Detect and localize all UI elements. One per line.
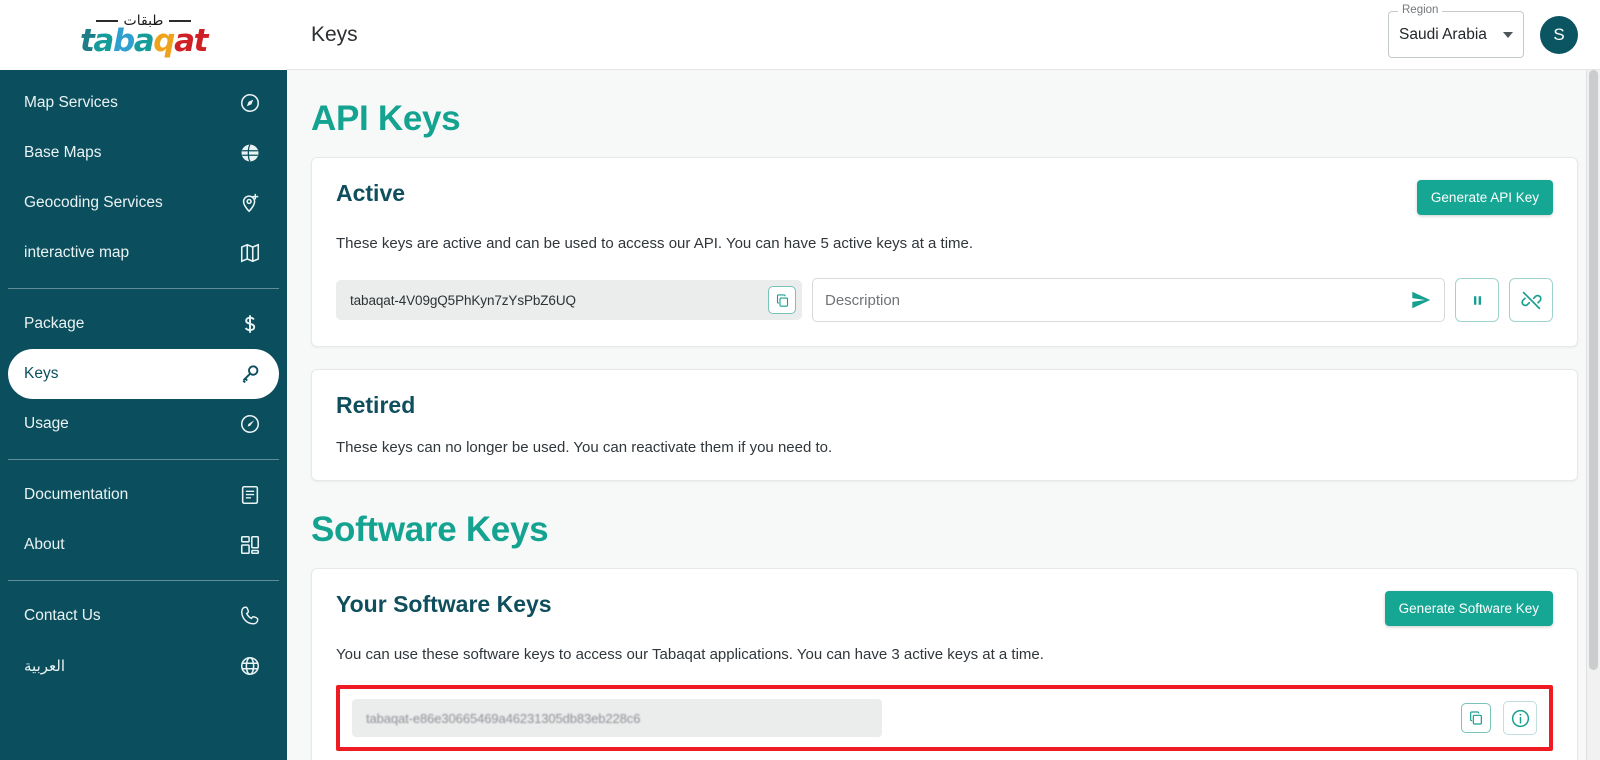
sidebar-item-geocoding-services[interactable]: Geocoding Services xyxy=(8,178,279,228)
pause-key-button[interactable] xyxy=(1455,278,1499,322)
scrollbar-thumb[interactable] xyxy=(1589,70,1598,670)
sidebar-item-label: Map Services xyxy=(24,94,118,111)
software-card-title: Your Software Keys xyxy=(336,591,552,617)
sidebar-item-label: Documentation xyxy=(24,486,129,503)
sidebar-item-base-maps[interactable]: Base Maps xyxy=(8,128,279,178)
sidebar-item-keys[interactable]: Keys xyxy=(8,349,279,399)
topbar: Keys Region Saudi Arabia S xyxy=(287,0,1600,70)
chevron-down-icon xyxy=(1503,31,1513,38)
speedometer-icon xyxy=(237,413,263,435)
logo-letter-a2: a xyxy=(133,22,155,59)
sidebar-item-label: About xyxy=(24,536,65,553)
sidebar-nav: Map Services Base Maps Geocoding Service… xyxy=(0,70,287,691)
sidebar-divider-1 xyxy=(8,288,279,289)
map-icon xyxy=(237,242,263,264)
logo-dash-right xyxy=(169,19,192,22)
software-card-description: You can use these software keys to acces… xyxy=(336,646,1044,663)
sidebar-item-label: Base Maps xyxy=(24,144,102,161)
software-keys-card: Your Software Keys Generate Software Key… xyxy=(311,568,1578,760)
globe-icon xyxy=(237,655,263,677)
page-title: Keys xyxy=(311,22,358,46)
document-icon xyxy=(237,484,263,506)
logo-letter-a3: a xyxy=(174,22,195,59)
retired-card-title: Retired xyxy=(336,392,416,418)
software-keys-heading: Software Keys xyxy=(311,510,549,549)
copy-icon[interactable] xyxy=(1461,703,1491,733)
region-label: Region xyxy=(1398,4,1443,16)
copy-icon[interactable] xyxy=(768,286,796,314)
sidebar-item-label: Contact Us xyxy=(24,607,101,624)
region-select[interactable]: Region Saudi Arabia xyxy=(1388,4,1524,58)
retired-card-description: These keys can no longer be used. You ca… xyxy=(336,439,833,456)
active-card-description: These keys are active and can be used to… xyxy=(336,235,974,252)
avatar[interactable]: S xyxy=(1540,15,1578,54)
software-key-chip: tabaqat-e86e30665469a46231305db83eb228c6 xyxy=(352,699,882,737)
sidebar-item-label: Package xyxy=(24,315,85,332)
software-card-header: Your Software Keys Generate Software Key xyxy=(336,591,1553,626)
active-card-header: Active Generate API Key xyxy=(336,180,1553,215)
dashboard-grid-icon xyxy=(237,534,263,556)
generate-api-key-button[interactable]: Generate API Key xyxy=(1416,180,1553,215)
sidebar-item-about[interactable]: About xyxy=(8,520,279,570)
phone-icon xyxy=(237,605,263,627)
logo-letter-b: b xyxy=(112,22,135,59)
sidebar-item-label: Usage xyxy=(24,415,69,432)
add-location-icon xyxy=(237,192,263,214)
logo-letter-t1: t xyxy=(79,22,95,59)
vertical-scrollbar[interactable] xyxy=(1586,70,1600,760)
logo-latin-text: tabaqat xyxy=(79,22,209,59)
unlink-key-button[interactable] xyxy=(1509,278,1553,322)
api-key-description-field[interactable] xyxy=(812,278,1445,322)
api-key-row: tabaqat-4V09gQ5PhKyn7zYsPbZ6UQ xyxy=(336,278,1553,322)
app-root: طبقات tabaqat Map Services Base Maps Geo… xyxy=(0,0,1600,760)
sidebar-item-label: Geocoding Services xyxy=(24,194,163,211)
generate-software-key-button[interactable]: Generate Software Key xyxy=(1384,591,1553,626)
logo-letter-a1: a xyxy=(93,22,114,59)
compass-icon xyxy=(237,92,263,114)
active-keys-card: Active Generate API Key These keys are a… xyxy=(311,157,1578,347)
region-selected-value: Saudi Arabia xyxy=(1399,25,1487,43)
sidebar: طبقات tabaqat Map Services Base Maps Geo… xyxy=(0,0,287,760)
sidebar-item-package[interactable]: Package xyxy=(8,299,279,349)
sidebar-item-interactive-map[interactable]: interactive map xyxy=(8,228,279,278)
sidebar-item-usage[interactable]: Usage xyxy=(8,399,279,449)
brand-logo[interactable]: طبقات tabaqat xyxy=(0,0,287,70)
retired-card-header: Retired xyxy=(336,392,1553,419)
sidebar-item-arabic-language[interactable]: العربية xyxy=(8,641,279,691)
api-keys-heading: API Keys xyxy=(311,99,461,138)
info-icon[interactable] xyxy=(1503,701,1537,735)
content-scroll-area: API Keys Active Generate API Key These k… xyxy=(287,70,1600,760)
logo-letter-t2: t xyxy=(193,22,209,59)
sidebar-item-label: العربية xyxy=(24,657,65,675)
main-area: Keys Region Saudi Arabia S API Keys Acti… xyxy=(287,0,1600,760)
software-key-actions xyxy=(1461,701,1537,735)
sidebar-item-contact-us[interactable]: Contact Us xyxy=(8,591,279,641)
description-input[interactable] xyxy=(825,291,1410,309)
api-key-chip: tabaqat-4V09gQ5PhKyn7zYsPbZ6UQ xyxy=(336,280,802,320)
retired-keys-card: Retired These keys can no longer be used… xyxy=(311,369,1578,481)
logo-letter-q: q xyxy=(153,22,175,59)
send-icon[interactable] xyxy=(1410,289,1432,311)
software-key-row-highlighted: tabaqat-e86e30665469a46231305db83eb228c6 xyxy=(336,685,1553,751)
api-key-value: tabaqat-4V09gQ5PhKyn7zYsPbZ6UQ xyxy=(350,292,576,308)
sidebar-item-documentation[interactable]: Documentation xyxy=(8,470,279,520)
dollar-icon xyxy=(237,313,263,335)
sidebar-item-label: Keys xyxy=(24,365,59,382)
active-card-title: Active xyxy=(336,180,406,206)
sidebar-divider-3 xyxy=(8,580,279,581)
sidebar-item-label: interactive map xyxy=(24,244,130,261)
key-icon xyxy=(237,363,263,385)
globe-grid-icon xyxy=(237,142,263,164)
logo-dash-left xyxy=(95,19,118,22)
sidebar-divider-2 xyxy=(8,459,279,460)
topbar-right-controls: Region Saudi Arabia S xyxy=(1388,4,1578,58)
sidebar-item-map-services[interactable]: Map Services xyxy=(8,78,279,128)
software-key-value: tabaqat-e86e30665469a46231305db83eb228c6 xyxy=(366,710,641,726)
